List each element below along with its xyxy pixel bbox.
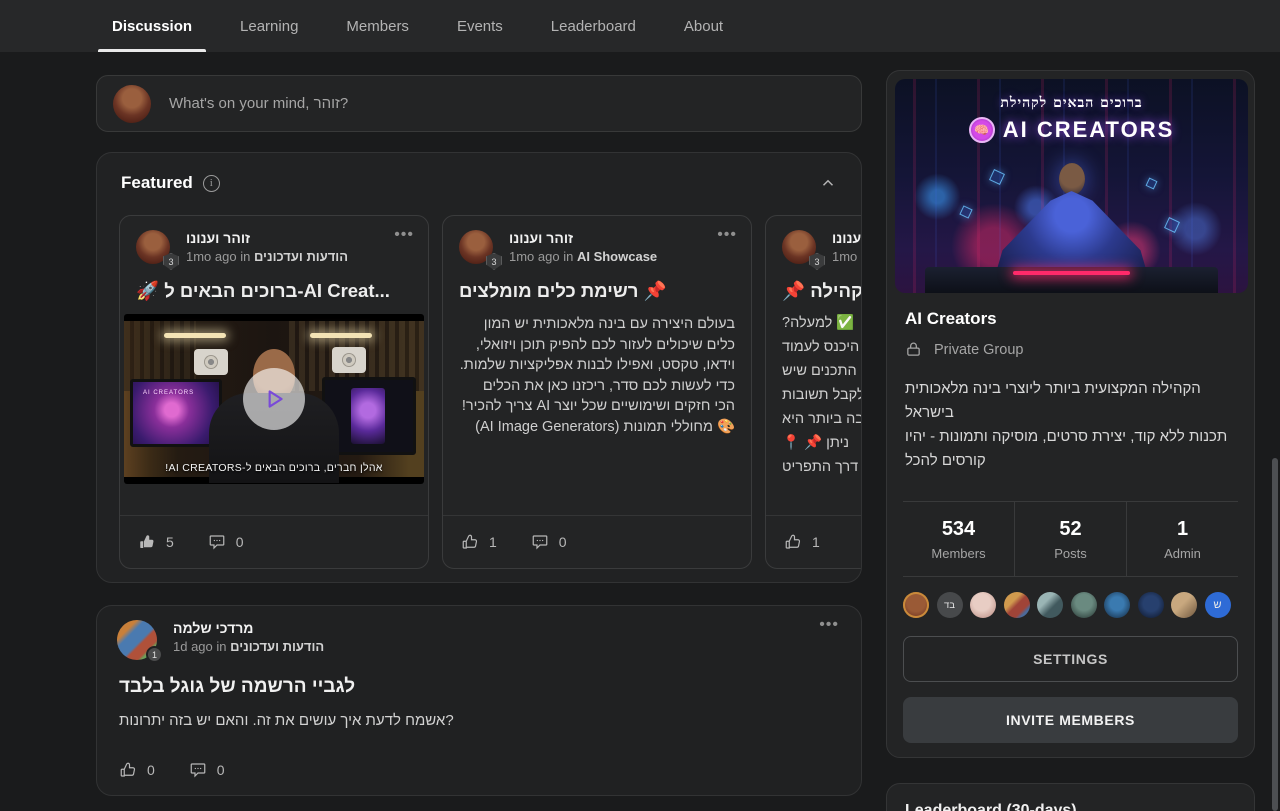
top-navigation: Discussion Learning Members Events Leade… <box>0 0 1280 52</box>
invite-members-button[interactable]: INVITE MEMBERS <box>903 697 1238 743</box>
comment-count: 0 <box>217 762 225 778</box>
cover-brand-text: AI CREATORS <box>1003 117 1175 143</box>
play-icon <box>261 386 287 412</box>
current-user-avatar <box>113 85 151 123</box>
featured-section: Featured i 3 זוהר וענונו 1mo ago in הודע… <box>96 152 862 583</box>
info-icon[interactable]: i <box>203 175 220 192</box>
tab-discussion[interactable]: Discussion <box>106 0 198 52</box>
group-info-card: ברוכים הבאים לקהילת 🧠 AI CREATORS AI Cre… <box>886 70 1255 758</box>
member-avatar[interactable] <box>1071 592 1097 618</box>
speaker-prop <box>332 347 366 373</box>
tab-learning[interactable]: Learning <box>234 0 304 52</box>
group-name: AI Creators <box>905 309 997 329</box>
member-avatar[interactable] <box>1171 592 1197 618</box>
post-title[interactable]: לגביי הרשמה של גוגל בלבד <box>97 660 861 698</box>
like-icon[interactable] <box>461 533 479 551</box>
member-avatar[interactable] <box>970 592 996 618</box>
post-author[interactable]: מרדכי שלמה <box>173 620 324 636</box>
post-composer[interactable]: What's on your mind, זוהר? <box>96 75 862 132</box>
level-badge: 1 <box>146 646 163 663</box>
group-description: הקהילה המקצועית ביותר ליוצרי בינה מלאכות… <box>905 377 1241 473</box>
leaderboard-card: Leaderboard (30-days) <box>886 783 1255 811</box>
chevron-up-icon <box>819 174 837 192</box>
tab-leaderboard[interactable]: Leaderboard <box>545 0 642 52</box>
post-meta: 1mo ago in הודעות ועדכונים <box>186 249 348 264</box>
leaderboard-title: Leaderboard (30-days) <box>887 784 1254 811</box>
collapse-featured-button[interactable] <box>819 174 837 192</box>
like-count: 1 <box>489 534 497 550</box>
like-icon[interactable] <box>784 533 802 551</box>
tab-about[interactable]: About <box>678 0 729 52</box>
post-meta: 1d ago in הודעות ועדכונים <box>173 639 324 654</box>
like-count: 1 <box>812 534 820 550</box>
comment-icon[interactable] <box>531 533 549 551</box>
post-author[interactable]: זוהר וענונו <box>832 230 862 246</box>
group-sidebar: ברוכים הבאים לקהילת 🧠 AI CREATORS AI Cre… <box>886 70 1255 758</box>
post-menu-button[interactable]: ••• <box>717 226 737 244</box>
lock-icon <box>905 341 922 358</box>
cover-figure <box>1059 163 1085 195</box>
post-title[interactable]: רשימת כלים מומלצים 📌 <box>443 266 751 302</box>
space-link[interactable]: הודעות ועדכונים <box>230 639 324 654</box>
member-avatar[interactable]: בד <box>937 592 963 618</box>
privacy-label: Private Group <box>934 342 1023 358</box>
comment-count: 0 <box>236 534 244 550</box>
group-privacy: Private Group <box>905 341 1023 358</box>
featured-card-welcome[interactable]: 3 זוהר וענונו 1mo ago in הודעות ועדכונים… <box>119 215 429 569</box>
space-link[interactable]: הודעות ועדכונים <box>254 249 348 264</box>
post-meta: 1mo <box>832 249 862 264</box>
tab-events[interactable]: Events <box>451 0 509 52</box>
post-menu-button[interactable]: ••• <box>394 226 414 244</box>
featured-header: Featured i <box>97 153 861 193</box>
feed-post[interactable]: 1 מרדכי שלמה 1d ago in הודעות ועדכונים •… <box>96 605 862 796</box>
play-button[interactable] <box>243 368 305 430</box>
member-avatar[interactable] <box>903 592 929 618</box>
composer-placeholder: What's on your mind, זוהר? <box>169 95 348 112</box>
post-meta: 1mo ago in AI Showcase <box>509 249 657 264</box>
post-menu-button[interactable]: ••• <box>819 616 839 634</box>
member-avatars-row: בד ש <box>903 592 1231 618</box>
post-body: ✅ למעלה? היכנס לעמוד התכנים שיש לקבל תשו… <box>766 302 862 484</box>
brain-logo-icon: 🧠 <box>969 117 995 143</box>
member-avatar[interactable] <box>1104 592 1130 618</box>
like-count: 5 <box>166 534 174 550</box>
post-author[interactable]: זוהר וענונו <box>509 230 657 246</box>
comment-icon[interactable] <box>208 533 226 551</box>
speaker-prop <box>194 349 228 375</box>
member-avatar[interactable] <box>1004 592 1030 618</box>
post-author[interactable]: זוהר וענונו <box>186 230 348 246</box>
page-scrollbar[interactable] <box>1272 458 1278 811</box>
member-avatar[interactable]: ש <box>1205 592 1231 618</box>
like-count: 0 <box>147 762 155 778</box>
comment-count: 0 <box>559 534 567 550</box>
post-title[interactable]: 📌 קהילה <box>766 266 862 302</box>
featured-cards-carousel: 3 זוהר וענונו 1mo ago in הודעות ועדכונים… <box>119 215 862 569</box>
featured-card-tools[interactable]: 3 זוהר וענונו 1mo ago in AI Showcase •••… <box>442 215 752 569</box>
stat-members[interactable]: 534 Members <box>903 502 1014 576</box>
settings-button[interactable]: SETTINGS <box>903 636 1238 682</box>
video-thumbnail[interactable]: אהלן חברים, ברוכים הבאים ל-AI CREATORS! <box>124 314 424 484</box>
video-caption: אהלן חברים, ברוכים הבאים ל-AI CREATORS! <box>124 462 424 474</box>
comment-icon[interactable] <box>189 761 207 779</box>
group-cover-image: ברוכים הבאים לקהילת 🧠 AI CREATORS <box>895 79 1248 293</box>
cover-welcome-text: ברוכים הבאים לקהילת <box>895 95 1248 112</box>
tab-members[interactable]: Members <box>340 0 415 52</box>
space-link[interactable]: AI Showcase <box>577 249 657 264</box>
stat-posts[interactable]: 52 Posts <box>1014 502 1126 576</box>
featured-card-community[interactable]: 3 זוהר וענונו 1mo 📌 קהילה ✅ למעלה? היכנס… <box>765 215 862 569</box>
member-avatar[interactable] <box>1037 592 1063 618</box>
post-body: אשמח לדעת איך עושים את זה. והאם יש בזה י… <box>97 698 861 729</box>
group-stats: 534 Members 52 Posts 1 Admin <box>903 502 1238 576</box>
stat-admin[interactable]: 1 Admin <box>1126 502 1238 576</box>
post-title[interactable]: 🚀 ברוכים הבאים ל-AI Creat... <box>120 266 428 302</box>
post-body: בעולם היצירה עם בינה מלאכותית יש המון כל… <box>443 302 751 484</box>
like-icon[interactable] <box>138 533 156 551</box>
like-icon[interactable] <box>119 761 137 779</box>
featured-title: Featured <box>121 173 193 193</box>
member-avatar[interactable] <box>1138 592 1164 618</box>
